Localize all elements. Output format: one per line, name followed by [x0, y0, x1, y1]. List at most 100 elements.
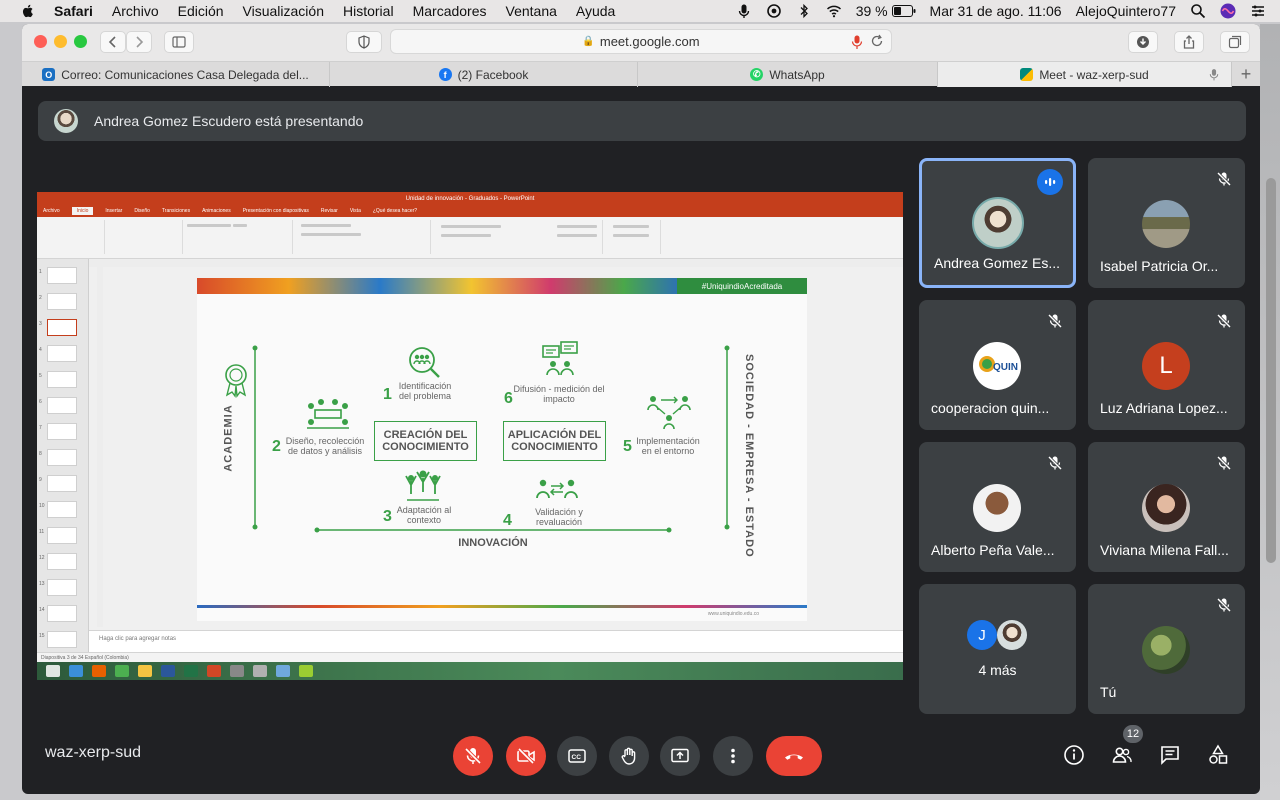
tab-mic-icon[interactable]: [1209, 68, 1219, 81]
ppt-tab: Revisar: [320, 208, 338, 214]
control-center-icon[interactable]: [1250, 3, 1266, 19]
camera-toggle-button[interactable]: [506, 736, 546, 776]
self-tile[interactable]: Tú: [1088, 584, 1245, 714]
more-options-button[interactable]: [713, 736, 753, 776]
powerpoint-statusbar: Diapositiva 3 de 34 Español (Colombia): [37, 652, 903, 662]
mic-status-icon[interactable]: [736, 3, 752, 19]
mic-off-icon: [464, 747, 482, 765]
more-participants-tile[interactable]: J 4 más: [919, 584, 1076, 714]
creative-cloud-icon[interactable]: [766, 3, 782, 19]
ribbon-control: [301, 233, 361, 236]
sociedad-empresa-estado-label: SOCIEDAD - EMPRESA - ESTADO: [743, 354, 755, 558]
raise-hand-button[interactable]: [609, 736, 649, 776]
meeting-details-button[interactable]: [1061, 742, 1087, 768]
new-tab-button[interactable]: +: [1232, 62, 1260, 87]
participant-tile-cooperacion[interactable]: QUIN cooperacion quin...: [919, 300, 1076, 430]
innovacion-label: INNOVACIÓN: [458, 537, 528, 549]
thumb-number: 11: [39, 529, 45, 535]
menu-app-name[interactable]: Safari: [54, 3, 93, 19]
tab-label: WhatsApp: [769, 67, 825, 82]
leave-call-button[interactable]: [766, 736, 822, 776]
avatar: [1142, 484, 1190, 532]
windows-start-icon: [46, 665, 60, 677]
ribbon-control: [301, 224, 351, 227]
tab-meet[interactable]: Meet - waz-xerp-sud: [938, 62, 1232, 87]
participant-tile-andrea[interactable]: Andrea Gomez Es...: [919, 158, 1076, 288]
menu-ayuda[interactable]: Ayuda: [576, 3, 615, 19]
slide-thumbnail: [47, 501, 77, 518]
participant-tile-luz[interactable]: L Luz Adriana Lopez...: [1088, 300, 1245, 430]
slide-thumbnail: [47, 553, 77, 570]
ppt-tab: Animaciones: [202, 208, 231, 214]
downloads-button[interactable]: [1128, 31, 1158, 53]
apple-icon[interactable]: [20, 3, 36, 19]
tab-label: Meet - waz-xerp-sud: [1039, 67, 1149, 82]
uniquindio-logo-avatar: QUIN: [973, 342, 1021, 390]
step-label-1: Identificación del problema: [398, 381, 452, 401]
powerpoint-ribbon: [37, 217, 903, 259]
thumb-number: 7: [39, 425, 42, 431]
tab-facebook[interactable]: f (2) Facebook: [330, 62, 638, 87]
menu-historial[interactable]: Historial: [343, 3, 394, 19]
ppt-tab: Archivo: [43, 208, 60, 214]
forward-button[interactable]: [126, 31, 152, 53]
app-icon: [276, 665, 290, 677]
siri-icon[interactable]: [1220, 3, 1236, 19]
present-now-button[interactable]: [660, 736, 700, 776]
ribbon-control: [613, 225, 649, 228]
team-celebration-icon: [405, 470, 441, 501]
chevron-left-icon: [108, 36, 116, 48]
presenting-text: Andrea Gomez Escudero está presentando: [94, 113, 364, 129]
vertical-ruler: [97, 267, 103, 627]
participants-button[interactable]: [1109, 742, 1135, 768]
tab-whatsapp[interactable]: ✆ WhatsApp: [638, 62, 938, 87]
clock[interactable]: Mar 31 de ago. 11:06: [930, 3, 1062, 19]
shield-icon: [358, 35, 370, 49]
menu-visualizacion[interactable]: Visualización: [243, 3, 324, 19]
menu-edicion[interactable]: Edición: [178, 3, 224, 19]
battery-status[interactable]: 39 %: [856, 3, 916, 19]
chat-button[interactable]: [1157, 742, 1183, 768]
ppt-tab: Insertar: [105, 208, 123, 214]
tab-correo[interactable]: O Correo: Comunicaciones Casa Delegada d…: [22, 62, 330, 87]
sidebar-toggle-button[interactable]: [164, 31, 194, 53]
zoom-window-icon[interactable]: [74, 35, 87, 48]
share-button[interactable]: [1174, 31, 1204, 53]
participant-name: cooperacion quin...: [931, 400, 1050, 416]
recording-mic-icon[interactable]: [851, 35, 863, 49]
reload-icon[interactable]: [870, 34, 884, 48]
tabs-icon: [1228, 35, 1242, 49]
captions-button[interactable]: CC: [557, 736, 597, 776]
menu-archivo[interactable]: Archivo: [112, 3, 159, 19]
thumb-number: 14: [39, 607, 45, 613]
bluetooth-icon[interactable]: [796, 3, 812, 19]
privacy-report-button[interactable]: [346, 31, 382, 53]
address-bar[interactable]: 🔒 meet.google.com: [390, 29, 892, 54]
close-window-icon[interactable]: [34, 35, 47, 48]
tab-overview-button[interactable]: [1220, 31, 1250, 53]
shared-screen[interactable]: Unidad de innovación - Graduados - Power…: [37, 192, 903, 680]
ribbon-control: [187, 224, 231, 227]
minimize-window-icon[interactable]: [54, 35, 67, 48]
slide-thumbnail: [47, 449, 77, 466]
menu-ventana[interactable]: Ventana: [506, 3, 557, 19]
desktop-scrollbar: [1266, 178, 1276, 563]
aplicacion-conocimiento-box: APLICACIÓN DEL CONOCIMIENTO: [503, 421, 606, 461]
ribbon-group: [39, 220, 105, 254]
ppt-title: Unidad de innovación - Graduados - Power…: [405, 195, 535, 202]
user-name[interactable]: AlejoQuintero77: [1076, 3, 1176, 19]
menu-marcadores[interactable]: Marcadores: [413, 3, 487, 19]
back-button[interactable]: [100, 31, 126, 53]
participant-tile-isabel[interactable]: Isabel Patricia Or...: [1088, 158, 1245, 288]
hand-icon: [621, 747, 636, 765]
slide-thumbnails: 1 2 3 4 5 6 7 8 9 10 11 12 13 14 15: [37, 259, 89, 652]
activities-button[interactable]: [1205, 742, 1231, 768]
mic-off-icon: [1213, 310, 1235, 332]
wifi-icon[interactable]: [826, 3, 842, 19]
participant-tile-viviana[interactable]: Viviana Milena Fall...: [1088, 442, 1245, 572]
participant-tile-alberto[interactable]: Alberto Peña Vale...: [919, 442, 1076, 572]
spotlight-search-icon[interactable]: [1190, 3, 1206, 19]
mic-toggle-button[interactable]: [453, 736, 493, 776]
tab-label: Correo: Comunicaciones Casa Delegada del…: [61, 67, 309, 82]
macos-menubar: Safari Archivo Edición Visualización His…: [0, 0, 1280, 22]
